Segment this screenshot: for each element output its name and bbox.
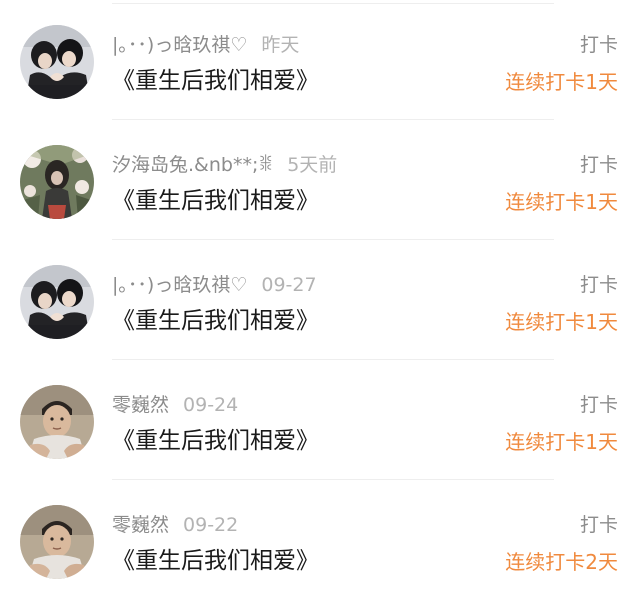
timestamp: 09-22 (183, 514, 239, 536)
book-title[interactable]: 《重生后我们相爱》 (112, 186, 319, 216)
item-meta: |｡･･)っ晗玖祺♡ 09-27 (112, 272, 317, 298)
username[interactable]: 零巍然 (112, 514, 169, 536)
username[interactable]: |｡･･)っ晗玖祺♡ (112, 34, 247, 56)
checkin-label: 打卡 (579, 34, 618, 56)
checkin-label: 打卡 (579, 514, 618, 536)
book-title[interactable]: 《重生后我们相爱》 (112, 546, 319, 576)
boy-portrait-avatar[interactable] (20, 385, 94, 459)
username[interactable]: |｡･･)っ晗玖祺♡ (112, 274, 247, 296)
couple-heart-hands-avatar[interactable] (20, 265, 94, 339)
item-meta: 零巍然 09-22 (112, 512, 238, 538)
streak-text: 连续打卡1天 (505, 70, 618, 94)
couple-heart-hands-avatar[interactable] (20, 25, 94, 99)
girl-with-flowers-avatar[interactable] (20, 145, 94, 219)
feed-item[interactable]: 零巍然 09-22 《重生后我们相爱》 打卡 连续打卡2天 (0, 480, 640, 600)
item-meta: |｡･･)っ晗玖祺♡ 昨天 (112, 32, 299, 58)
book-title[interactable]: 《重生后我们相爱》 (112, 66, 319, 96)
timestamp: 昨天 (261, 34, 300, 56)
item-meta: 汐海岛兔.&nb**;ꒌ 5天前 (112, 152, 337, 178)
feed-item[interactable]: 零巍然 09-24 《重生后我们相爱》 打卡 连续打卡1天 (0, 360, 640, 480)
streak-text: 连续打卡1天 (505, 310, 618, 334)
checkin-label: 打卡 (579, 394, 618, 416)
feed-item[interactable]: |｡･･)っ晗玖祺♡ 昨天 《重生后我们相爱》 打卡 连续打卡1天 (0, 0, 640, 120)
feed-item[interactable]: 汐海岛兔.&nb**;ꒌ 5天前 《重生后我们相爱》 打卡 连续打卡1天 (0, 120, 640, 240)
book-title[interactable]: 《重生后我们相爱》 (112, 426, 319, 456)
timestamp: 09-27 (261, 274, 317, 296)
book-title[interactable]: 《重生后我们相爱》 (112, 306, 319, 336)
item-meta: 零巍然 09-24 (112, 392, 238, 418)
timestamp: 09-24 (183, 394, 239, 416)
streak-text: 连续打卡1天 (505, 190, 618, 214)
streak-text: 连续打卡1天 (505, 430, 618, 454)
checkin-label: 打卡 (579, 274, 618, 296)
username[interactable]: 零巍然 (112, 394, 169, 416)
username[interactable]: 汐海岛兔.&nb**;ꒌ (112, 154, 273, 176)
checkin-label: 打卡 (579, 154, 618, 176)
streak-text: 连续打卡2天 (505, 550, 618, 574)
boy-portrait-avatar[interactable] (20, 505, 94, 579)
timestamp: 5天前 (287, 154, 338, 176)
feed-item[interactable]: |｡･･)っ晗玖祺♡ 09-27 《重生后我们相爱》 打卡 连续打卡1天 (0, 240, 640, 360)
